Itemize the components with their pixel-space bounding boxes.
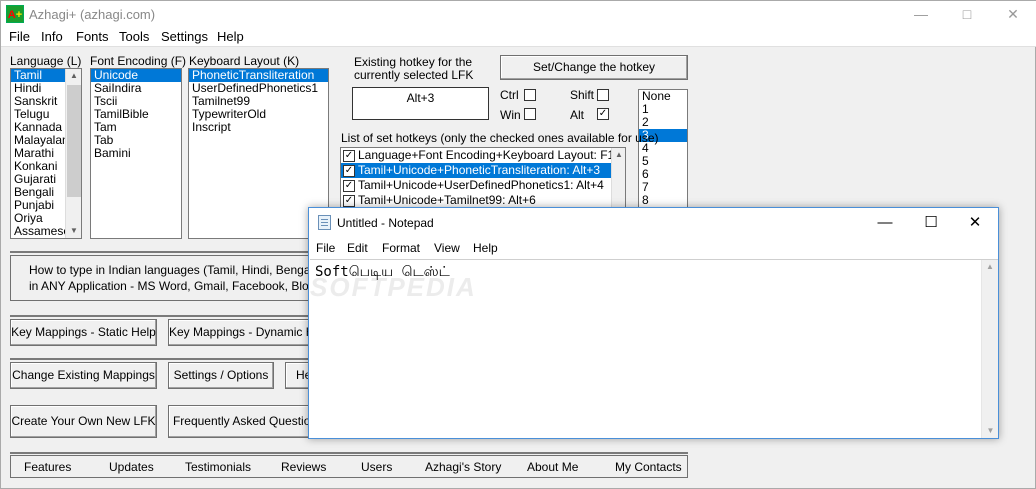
nav-features[interactable]: Features bbox=[24, 460, 71, 474]
menu-info[interactable]: Info bbox=[41, 29, 63, 44]
existing-hotkey-field: Alt+3 bbox=[352, 87, 489, 120]
change-mappings-button[interactable]: Change Existing Mappings bbox=[10, 362, 157, 389]
divider bbox=[10, 358, 310, 360]
set-hotkeys-label: List of set hotkeys (only the checked on… bbox=[341, 131, 659, 145]
window-title: Azhagi+ (azhagi.com) bbox=[29, 7, 156, 22]
alt-label: Alt bbox=[570, 108, 585, 122]
language-list[interactable]: Tamil Hindi Sanskrit Telugu Kannada Mala… bbox=[10, 68, 82, 239]
close-button[interactable]: ✕ bbox=[990, 1, 1036, 27]
list-item[interactable]: ✓ Language+Font Encoding+Keyboard Layout:… bbox=[341, 148, 625, 163]
settings-options-button[interactable]: Settings / Options bbox=[168, 362, 274, 389]
hotkey-checkbox[interactable]: ✓ bbox=[343, 164, 355, 177]
list-item[interactable]: 8 bbox=[639, 194, 687, 207]
nav-about-me[interactable]: About Me bbox=[527, 460, 578, 474]
nav-reviews[interactable]: Reviews bbox=[281, 460, 326, 474]
hotkey-checkbox[interactable]: ✓ bbox=[343, 194, 355, 207]
app-icon: A+ bbox=[6, 5, 24, 23]
notepad-menu-bar: File Edit Format View Help bbox=[309, 238, 998, 258]
menu-fonts[interactable]: Fonts bbox=[76, 29, 109, 44]
scroll-up-icon[interactable]: ▲ bbox=[66, 69, 81, 83]
ctrl-checkbox[interactable] bbox=[524, 89, 536, 101]
nav-users[interactable]: Users bbox=[361, 460, 392, 474]
keyboard-layout-label: Keyboard Layout (K) bbox=[189, 54, 300, 68]
hotkey-checkbox[interactable]: ✓ bbox=[343, 179, 355, 192]
key-dynamic-help-button[interactable]: Key Mappings - Dynamic Help bbox=[168, 319, 330, 346]
win-label: Win bbox=[500, 108, 521, 122]
notepad-menu-format[interactable]: Format bbox=[382, 241, 420, 255]
maximize-button[interactable]: □ bbox=[944, 1, 990, 27]
nav-my-contacts[interactable]: My Contacts bbox=[615, 460, 682, 474]
nav-azhagis-story[interactable]: Azhagi's Story bbox=[425, 460, 501, 474]
shift-checkbox[interactable] bbox=[597, 89, 609, 101]
list-item[interactable]: ✓ Tamil+Unicode+PhoneticTransliteration: … bbox=[341, 163, 625, 178]
notepad-close-button[interactable]: ✕ bbox=[952, 209, 998, 237]
minimize-button[interactable]: — bbox=[898, 1, 944, 27]
set-hotkeys-list[interactable]: ✓ Language+Font Encoding+Keyboard Layout:… bbox=[340, 147, 626, 209]
hotkeys-scrollbar[interactable]: ▲ bbox=[611, 148, 625, 208]
notepad-title: Untitled - Notepad bbox=[337, 216, 434, 230]
menu-tools[interactable]: Tools bbox=[119, 29, 149, 44]
alt-checkbox[interactable]: ✓ bbox=[597, 108, 609, 120]
notepad-menu-file[interactable]: File bbox=[316, 241, 335, 255]
menu-settings[interactable]: Settings bbox=[161, 29, 208, 44]
divider bbox=[10, 315, 310, 317]
language-label: Language (L) bbox=[10, 54, 82, 68]
notepad-text-area[interactable]: SOFTPEDIA Softபெடிய டெஸ்ட் ▲ ▼ bbox=[310, 259, 998, 438]
font-encoding-label: Font Encoding (F) bbox=[90, 54, 187, 68]
faq-button[interactable]: Frequently Asked Questions bbox=[168, 405, 328, 438]
notepad-menu-view[interactable]: View bbox=[434, 241, 460, 255]
notepad-menu-edit[interactable]: Edit bbox=[347, 241, 368, 255]
scroll-up-icon[interactable]: ▲ bbox=[982, 260, 998, 274]
notepad-content[interactable]: Softபெடிய டெஸ்ட் bbox=[315, 264, 450, 282]
list-item[interactable]: Inscript bbox=[189, 121, 328, 134]
language-scrollbar[interactable]: ▲ ▼ bbox=[65, 69, 81, 238]
list-item[interactable]: ✓ Tamil+Unicode+Tamilnet99: Alt+6 bbox=[341, 193, 625, 208]
notepad-maximize-button[interactable]: ☐ bbox=[908, 209, 954, 237]
bottom-nav: Features Updates Testimonials Reviews Us… bbox=[10, 455, 688, 478]
divider bbox=[10, 251, 310, 253]
scroll-down-icon[interactable]: ▼ bbox=[982, 424, 999, 438]
notepad-menu-help[interactable]: Help bbox=[473, 241, 498, 255]
scroll-up-icon[interactable]: ▲ bbox=[612, 148, 625, 162]
title-bar: A+ Azhagi+ (azhagi.com) — □ ✕ bbox=[1, 1, 1036, 27]
hotkey-number-list[interactable]: None 1 2 3 4 5 6 7 8 bbox=[638, 89, 688, 209]
ctrl-label: Ctrl bbox=[500, 88, 519, 102]
shift-label: Shift bbox=[570, 88, 595, 102]
how-to-type-button[interactable]: How to type in Indian languages (Tamil, … bbox=[10, 255, 346, 301]
menu-bar: File Info Fonts Tools Settings Help bbox=[1, 27, 1036, 47]
win-checkbox[interactable] bbox=[524, 108, 536, 120]
set-hotkey-button[interactable]: Set/Change the hotkey bbox=[500, 55, 688, 80]
scroll-thumb[interactable] bbox=[67, 85, 81, 197]
existing-hotkey-label-2: currently selected LFK bbox=[354, 68, 474, 82]
existing-hotkey-label-1: Existing hotkey for the bbox=[354, 55, 473, 69]
notepad-scrollbar[interactable]: ▲ ▼ bbox=[981, 260, 998, 438]
scroll-down-icon[interactable]: ▼ bbox=[66, 224, 81, 238]
nav-testimonials[interactable]: Testimonials bbox=[185, 460, 251, 474]
menu-help[interactable]: Help bbox=[217, 29, 244, 44]
notepad-icon bbox=[318, 215, 331, 230]
create-lfk-button[interactable]: Create Your Own New LFK bbox=[10, 405, 157, 438]
divider bbox=[10, 452, 688, 454]
hotkey-checkbox[interactable]: ✓ bbox=[343, 149, 355, 162]
notepad-minimize-button[interactable]: — bbox=[862, 209, 908, 237]
list-item[interactable]: Bamini bbox=[91, 147, 181, 160]
menu-file[interactable]: File bbox=[9, 29, 30, 44]
notepad-window: Untitled - Notepad — ☐ ✕ File Edit Forma… bbox=[308, 207, 999, 439]
key-static-help-button[interactable]: Key Mappings - Static Help bbox=[10, 319, 157, 346]
nav-updates[interactable]: Updates bbox=[109, 460, 154, 474]
list-item[interactable]: ✓ Tamil+Unicode+UserDefinedPhonetics1: Al… bbox=[341, 178, 625, 193]
font-encoding-list[interactable]: Unicode SaiIndira Tscii TamilBible Tam T… bbox=[90, 68, 182, 239]
